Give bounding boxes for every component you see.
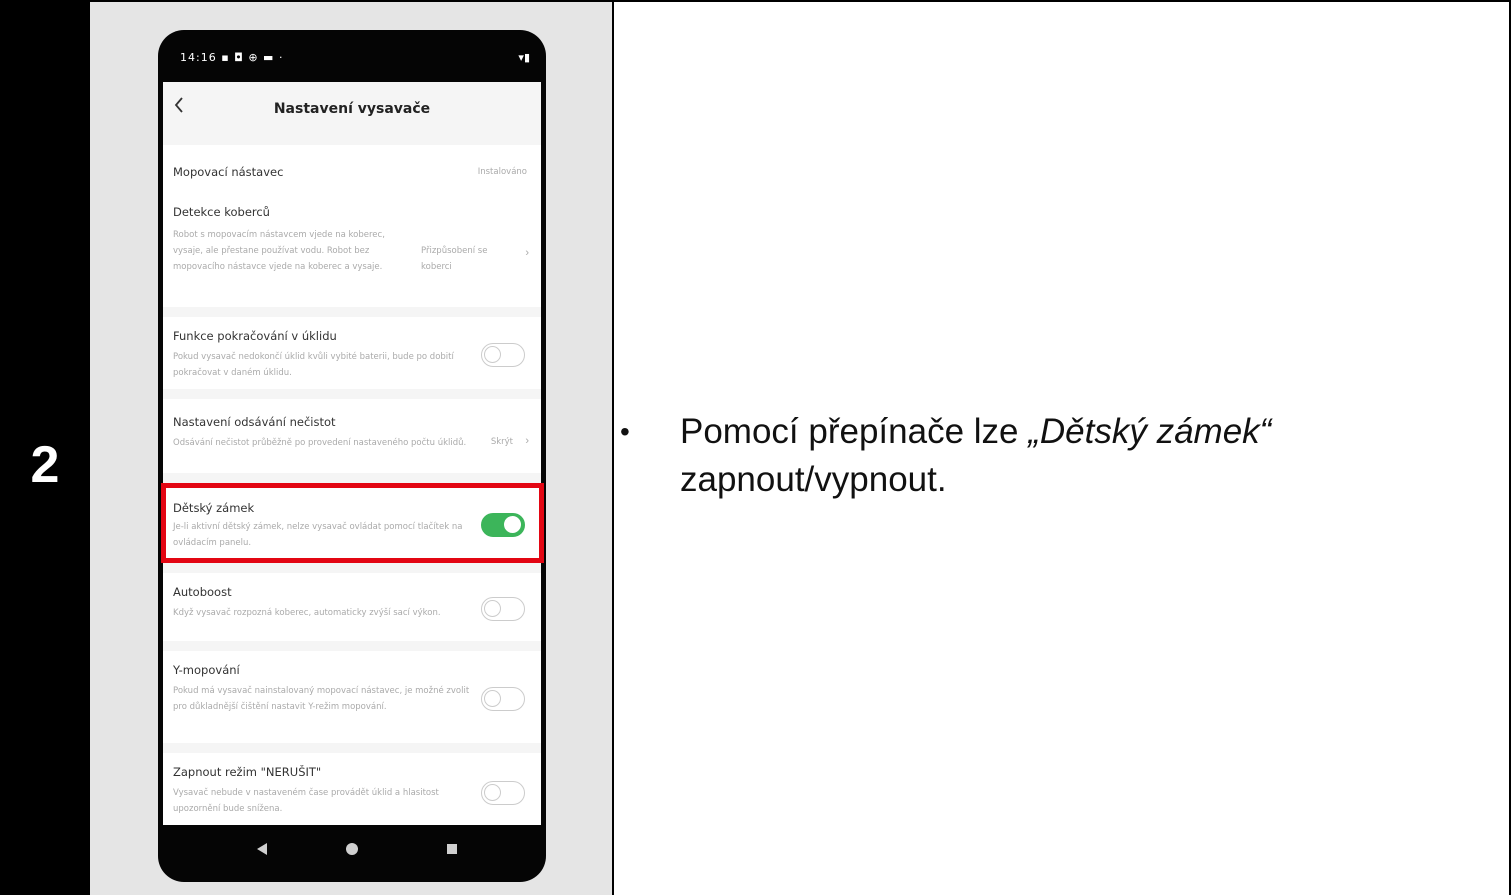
dnd-toggle[interactable] xyxy=(481,781,525,805)
settings-row-resume[interactable]: Funkce pokračování v úklidu Pokud vysava… xyxy=(163,317,541,389)
row-title: Funkce pokračování v úklidu xyxy=(173,329,337,343)
row-title: Autoboost xyxy=(173,585,232,599)
app-header: Nastavení vysavače xyxy=(163,82,541,138)
step-column: 2 xyxy=(0,0,90,895)
row-title: Mopovací nástavec xyxy=(173,165,284,179)
settings-row-autoboost[interactable]: Autoboost Když vysavač rozpozná koberec,… xyxy=(163,573,541,641)
bullet-icon: • xyxy=(620,416,630,447)
toggle-knob xyxy=(484,690,501,707)
toggle-knob xyxy=(484,346,501,363)
row-description: Odsávání nečistot průběžně po provedení … xyxy=(173,438,467,448)
settings-row-y-mop[interactable]: Y-mopování Pokud má vysavač nainstalovan… xyxy=(163,651,541,743)
instruction-emphasis: „Dětský zámek“ xyxy=(1028,412,1272,451)
row-title: Detekce koberců xyxy=(173,205,270,219)
chevron-right-icon: › xyxy=(525,247,529,259)
toggle-knob xyxy=(484,600,501,617)
step-number: 2 xyxy=(30,436,60,494)
toggle-knob xyxy=(484,784,501,801)
row-description: Robot s mopovacím nástavcem vjede na kob… xyxy=(173,230,385,272)
nav-home-icon[interactable] xyxy=(346,843,358,855)
android-nav-bar xyxy=(163,826,541,876)
status-time: 14:16 ▪ ◘ ⊕ ▬ · xyxy=(180,51,284,64)
settings-row-mop[interactable]: Mopovací nástavec Instalováno xyxy=(163,145,541,197)
resume-toggle[interactable] xyxy=(481,343,525,367)
highlight-frame xyxy=(161,483,544,563)
row-description: Když vysavač rozpozná koberec, automatic… xyxy=(173,608,441,618)
row-title: Zapnout režim "NERUŠIT" xyxy=(173,765,322,779)
y-mop-toggle[interactable] xyxy=(481,687,525,711)
status-icons: ▾▮ xyxy=(518,51,530,64)
instruction-prefix: Pomocí přepínače lze xyxy=(680,412,1029,451)
settings-row-dnd[interactable]: Zapnout režim "NERUŠIT" Vysavač nebude v… xyxy=(163,753,541,825)
nav-recent-icon[interactable] xyxy=(447,844,457,854)
chevron-right-icon: › xyxy=(525,435,529,447)
row-description: Pokud vysavač nedokončí úklid kvůli vybi… xyxy=(173,352,454,378)
row-value: Instalováno xyxy=(477,167,527,177)
row-description: Pokud má vysavač nainstalovaný mopovací … xyxy=(173,686,470,712)
row-title: Y-mopování xyxy=(173,663,240,677)
settings-row-dust[interactable]: Nastavení odsávání nečistot Odsávání neč… xyxy=(163,399,541,473)
nav-back-icon[interactable] xyxy=(257,843,267,855)
instruction-suffix: zapnout/vypnout. xyxy=(680,460,947,499)
page-title: Nastavení vysavače xyxy=(273,101,431,117)
row-title: Nastavení odsávání nečistot xyxy=(173,415,336,429)
status-bar: 14:16 ▪ ◘ ⊕ ▬ · ▾▮ xyxy=(180,48,530,70)
settings-row-carpet[interactable]: Detekce koberců Robot s mopovacím nástav… xyxy=(163,197,541,307)
row-value: Skrýt xyxy=(490,437,513,447)
row-value: Přizpůsobení se koberci xyxy=(421,246,488,272)
instruction-text: • Pomocí přepínače lze „Dětský zámek“ za… xyxy=(620,408,1480,504)
row-description: Vysavač nebude v nastaveném čase provádě… xyxy=(173,788,439,814)
autoboost-toggle[interactable] xyxy=(481,597,525,621)
